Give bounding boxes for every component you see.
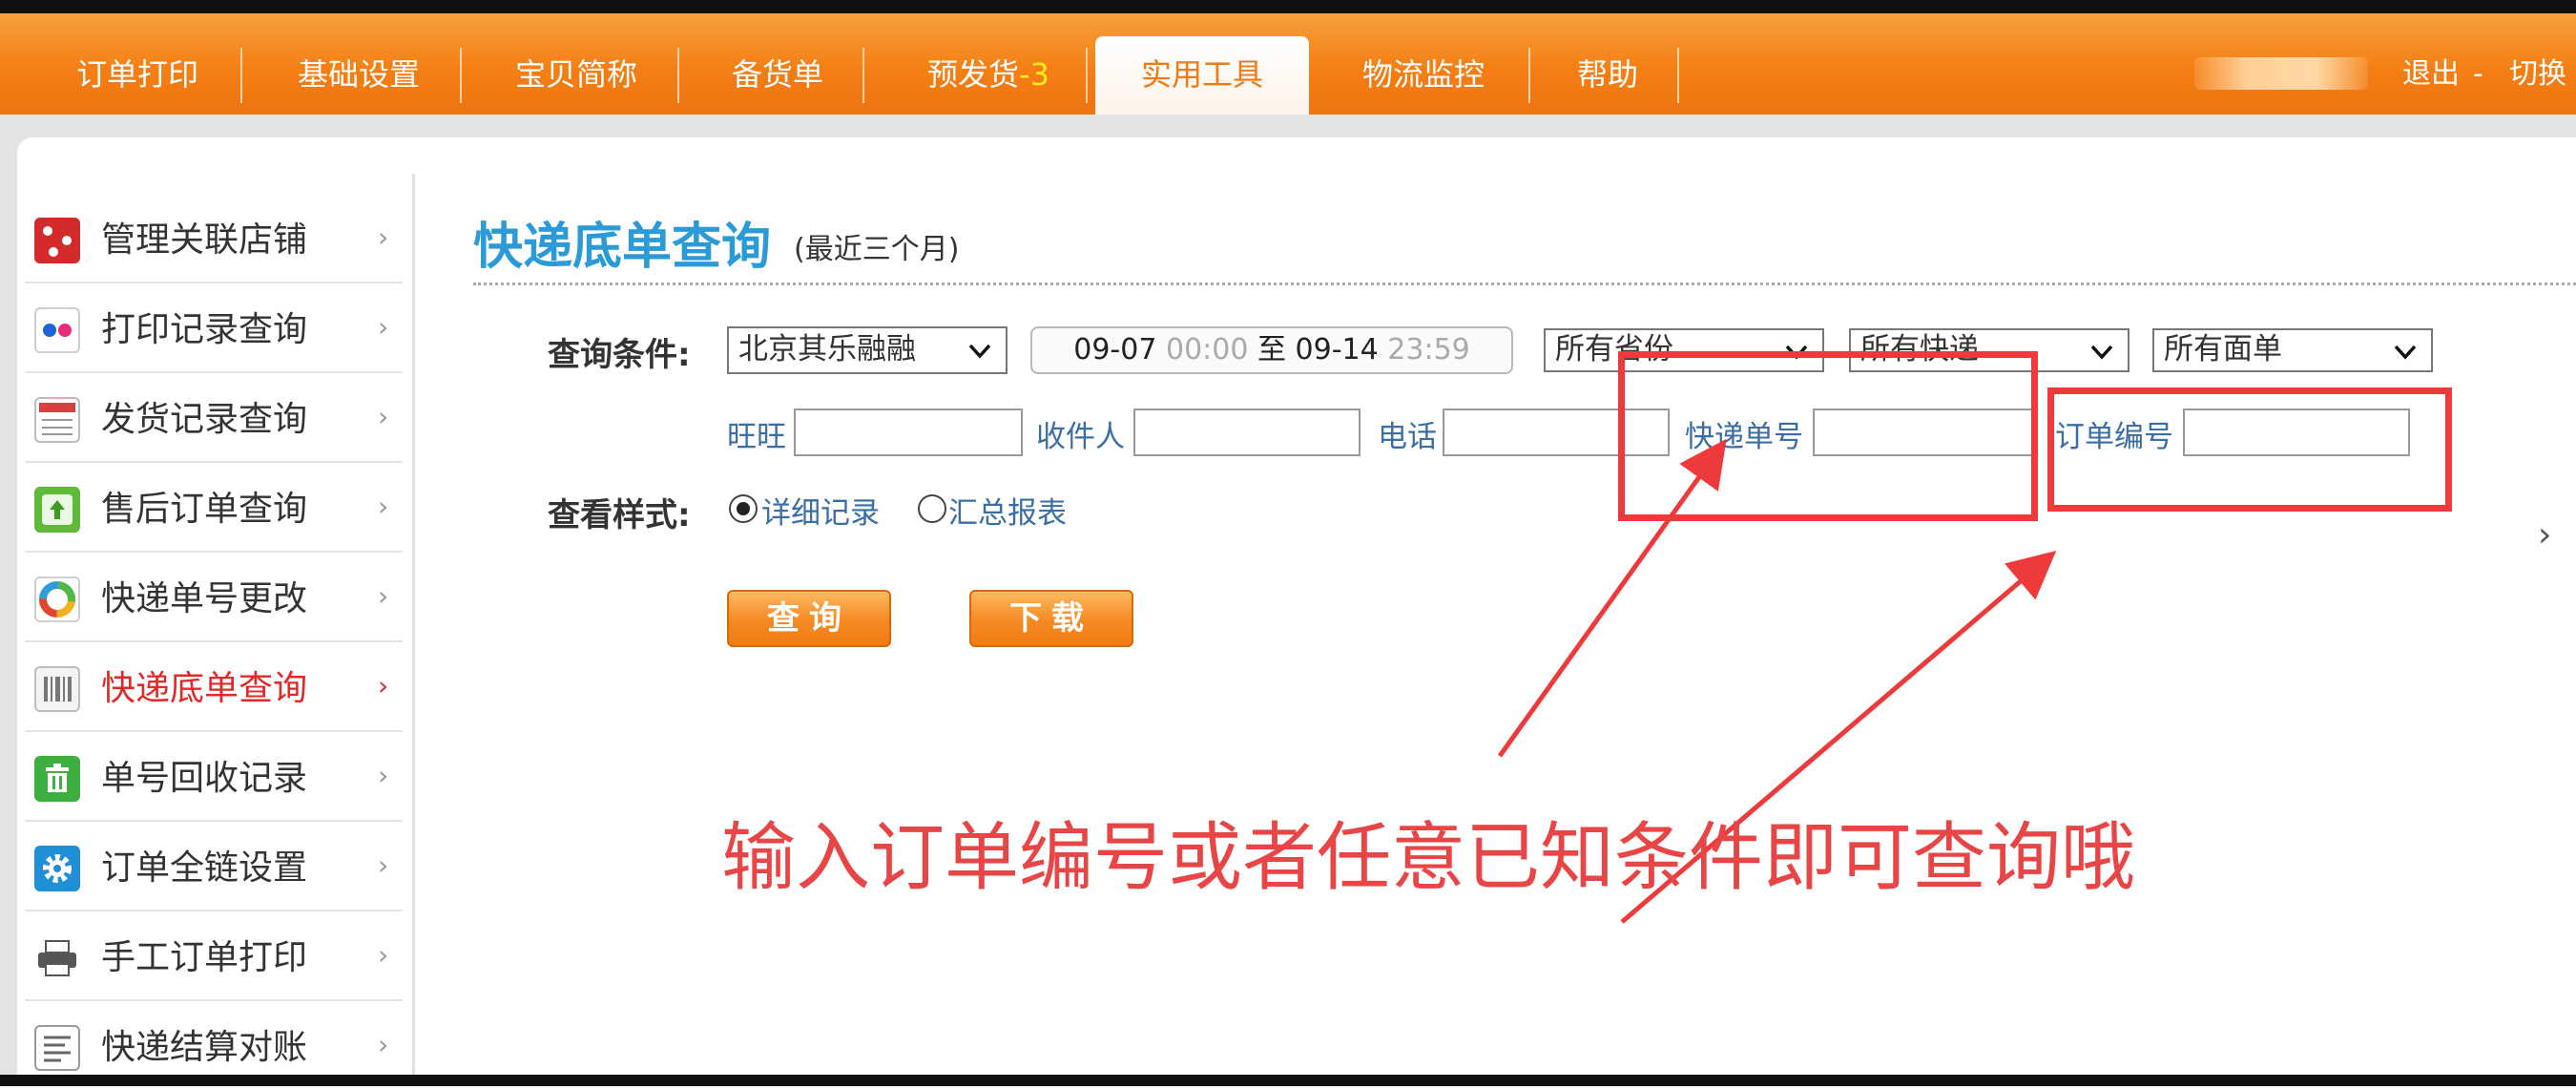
chevron-right-icon: ›	[378, 1029, 389, 1060]
chevron-down-icon	[2090, 345, 2113, 360]
phone-label: 电话	[1378, 420, 1437, 454]
chevron-right-icon: ›	[378, 670, 389, 702]
end-time: 23:59	[1387, 333, 1470, 366]
nav-tab-basic-settings[interactable]: 基础设置	[271, 36, 447, 115]
summary-report-radio[interactable]	[918, 494, 946, 523]
sidebar-item-after-sale-orders[interactable]: 售后订单查询 ›	[25, 462, 403, 553]
sidebar-item-label: 单号回收记录	[101, 759, 308, 798]
sidebar-item-label: 发货记录查询	[101, 400, 308, 439]
wangwang-label: 旺旺	[727, 420, 786, 454]
nav-tab-tools[interactable]: 实用工具	[1095, 36, 1309, 115]
nav-separator	[240, 48, 242, 103]
page-title: 快递底单查询	[473, 219, 772, 276]
detail-records-label[interactable]: 详细记录	[761, 489, 880, 532]
chevron-right-icon: ›	[378, 401, 389, 432]
sidebar-item-label: 快递单号更改	[101, 579, 308, 618]
waybill-type-select[interactable]: 所有面单	[2152, 328, 2433, 372]
logout-link[interactable]: 退出	[2402, 57, 2460, 92]
nav-separator	[677, 48, 679, 103]
start-date: 09-07	[1073, 333, 1157, 366]
top-border	[0, 0, 2576, 13]
end-date: 09-14	[1295, 333, 1379, 366]
view-style-label: 查看样式:	[548, 496, 691, 534]
download-button[interactable]: 下载	[969, 590, 1133, 647]
nav-tab-logistics-monitor[interactable]: 物流监控	[1332, 36, 1515, 115]
signal-icon	[34, 487, 80, 533]
sidebar-item-label: 管理关联店铺	[101, 220, 308, 260]
chevron-right-icon: ›	[378, 580, 389, 612]
chevron-right-icon: ›	[378, 760, 389, 791]
sidebar-item-label: 快递结算对账	[101, 1028, 308, 1067]
nav-right-separator: -	[2473, 57, 2483, 91]
sidebar-item-print-records[interactable]: 打印记录查询 ›	[25, 283, 403, 373]
waybill-type-select-value: 所有面单	[2164, 332, 2282, 366]
page-subtitle: (最近三个月)	[794, 233, 960, 266]
nav-tab-item-alias[interactable]: 宝贝简称	[488, 36, 664, 115]
sidebar-item-waybill-query[interactable]: 快递底单查询 ›	[25, 641, 403, 732]
nav-tab-help[interactable]: 帮助	[1555, 36, 1660, 115]
highlight-box-order-no	[2047, 387, 2452, 512]
shop-select-value: 北京其乐融融	[738, 332, 916, 366]
sidebar-item-order-chain-settings[interactable]: 订单全链设置 ›	[25, 821, 403, 911]
title-divider	[473, 283, 2576, 285]
highlight-box-tracking-no	[1618, 351, 2038, 521]
annotation-text: 输入订单编号或者任意已知条件即可查询哦	[721, 815, 2136, 901]
flickr-dots-icon	[34, 307, 80, 353]
sidebar-item-manage-shops[interactable]: 管理关联店铺 ›	[25, 193, 403, 283]
chevron-down-icon	[2394, 345, 2417, 360]
query-conditions-label: 查询条件:	[548, 336, 691, 374]
chevron-down-icon	[968, 344, 991, 359]
red-dice-icon	[34, 218, 80, 263]
color-wheel-icon	[34, 576, 80, 622]
nav-separator	[1677, 48, 1679, 103]
sidebar-item-manual-order-print[interactable]: 手工订单打印 ›	[25, 911, 403, 1001]
sidebar-item-label: 打印记录查询	[101, 310, 308, 349]
pre-ship-count-badge: -3	[1019, 56, 1049, 93]
gear-icon	[34, 846, 80, 891]
receiver-input[interactable]	[1133, 408, 1361, 456]
calendar-icon	[34, 397, 80, 443]
sidebar-item-label: 售后订单查询	[101, 490, 308, 529]
nav-tab-pre-ship[interactable]: 预发货-3	[893, 36, 1084, 115]
nav-tab-stock-list[interactable]: 备货单	[708, 36, 847, 115]
sidebar-item-shipping-records[interactable]: 发货记录查询 ›	[25, 372, 403, 463]
top-navbar: 订单打印 基础设置 宝贝简称 备货单 预发货-3 实用工具 物流监控 帮助	[0, 13, 2576, 115]
bottom-border	[0, 1075, 2576, 1086]
date-range-separator: 至	[1257, 333, 1286, 366]
sidebar-item-change-tracking-no[interactable]: 快递单号更改 ›	[25, 552, 403, 642]
date-range-input[interactable]: 09-07 00:00 至 09-14 23:59	[1030, 326, 1513, 374]
query-button[interactable]: 查询	[727, 590, 891, 647]
sidebar-item-label: 订单全链设置	[101, 848, 308, 888]
chevron-right-icon: ›	[378, 849, 389, 881]
receiver-label: 收件人	[1036, 420, 1125, 454]
printer-icon	[34, 935, 80, 981]
wangwang-input[interactable]	[794, 408, 1023, 456]
username-blurred	[2194, 57, 2368, 90]
nav-separator	[862, 48, 864, 103]
document-icon	[34, 1025, 80, 1071]
sidebar-divider	[412, 174, 415, 1075]
trash-icon	[34, 756, 80, 802]
chevron-right-icon: ›	[378, 491, 389, 522]
chevron-right-icon: ›	[378, 939, 389, 971]
nav-tab-order-print[interactable]: 订单打印	[50, 36, 225, 115]
summary-report-label[interactable]: 汇总报表	[948, 489, 1067, 532]
nav-tab-pre-ship-label: 预发货	[927, 56, 1020, 93]
switch-account-link[interactable]: 切换	[2509, 57, 2566, 92]
nav-separator	[1528, 48, 1530, 103]
start-time: 00:00	[1165, 333, 1249, 366]
sidebar-item-label: 快递底单查询	[101, 669, 308, 708]
nav-separator	[460, 48, 462, 103]
detail-records-radio[interactable]	[729, 494, 758, 523]
chevron-right-icon[interactable]: ›	[2538, 515, 2551, 555]
sidebar-item-label: 手工订单打印	[101, 938, 308, 977]
barcode-icon	[34, 666, 80, 712]
nav-separator	[1086, 48, 1088, 103]
sidebar-item-recycle-records[interactable]: 单号回收记录 ›	[25, 731, 403, 822]
shop-select[interactable]: 北京其乐融融	[727, 326, 1008, 374]
chevron-right-icon: ›	[378, 221, 389, 253]
chevron-right-icon: ›	[378, 311, 389, 343]
